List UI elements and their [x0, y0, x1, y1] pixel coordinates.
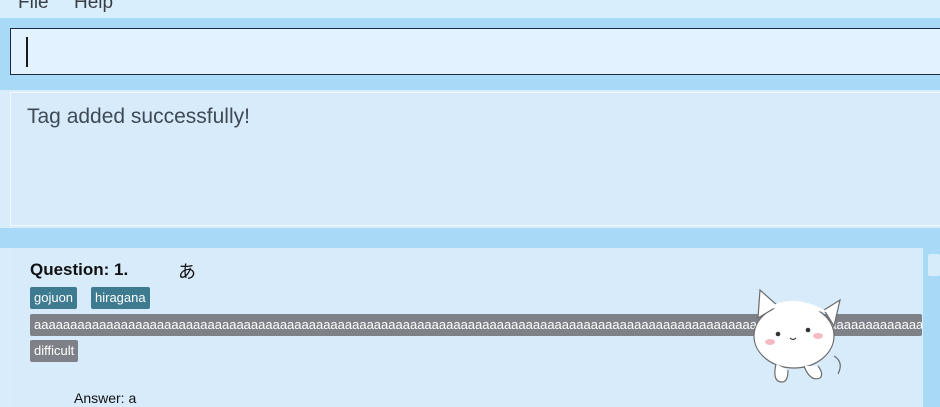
list-band: [0, 228, 940, 248]
menu-file[interactable]: File: [18, 0, 49, 14]
scrollbar-thumb[interactable]: [928, 254, 940, 276]
cat-mascot-icon: [753, 288, 841, 383]
result-message: Tag added successfully!: [27, 105, 250, 128]
answer-text: Answer: a: [74, 390, 137, 406]
tag-hiragana: hiragana: [91, 287, 150, 309]
result-display: Tag added successfully!: [10, 92, 940, 226]
command-input[interactable]: [10, 28, 940, 75]
question-number: Question: 1.: [30, 260, 129, 279]
tag-gojuon: gojuon: [30, 287, 78, 309]
menu-help[interactable]: Help: [74, 0, 113, 14]
text-caret: [26, 37, 28, 67]
tag-difficult: difficult: [30, 340, 79, 362]
menu-bar: File Help: [0, 0, 940, 18]
question-text: あ: [178, 262, 196, 283]
